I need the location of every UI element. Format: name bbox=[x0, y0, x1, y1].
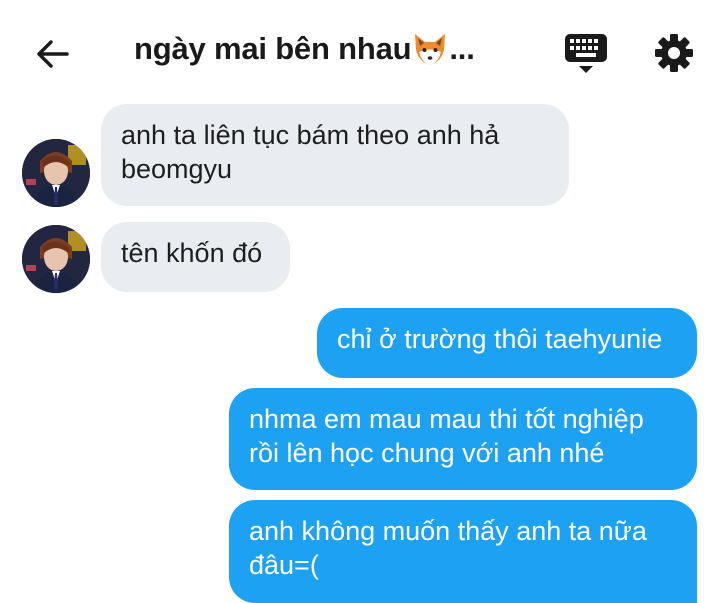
message-text: nhma em mau mau thi tốt nghiệp rồi lên h… bbox=[249, 404, 644, 468]
message-bubble-incoming[interactable]: tên khốn đó bbox=[101, 222, 290, 292]
message-bubble-outgoing[interactable]: chỉ ở trường thôi taehyunie bbox=[317, 308, 697, 378]
back-button[interactable] bbox=[30, 34, 74, 74]
keyboard-icon bbox=[565, 34, 607, 73]
settings-button[interactable] bbox=[653, 32, 695, 74]
fox-emoji-icon bbox=[415, 34, 446, 65]
avatar-photo bbox=[22, 225, 90, 293]
conversation-title-text: ngày mai bên nhau bbox=[134, 31, 412, 66]
conversation-title[interactable]: ngày mai bên nhau ... bbox=[134, 30, 475, 68]
gear-icon bbox=[655, 34, 693, 72]
avatar-photo bbox=[22, 139, 90, 207]
message-text: anh ta liên tục bám theo anh hả beomgyu bbox=[121, 120, 500, 184]
arrow-left-icon bbox=[37, 40, 69, 68]
avatar[interactable] bbox=[22, 225, 90, 293]
chat-header: ngày mai bên nhau ... bbox=[0, 0, 720, 100]
avatar[interactable] bbox=[22, 139, 90, 207]
message-text: tên khốn đó bbox=[121, 238, 263, 268]
chat-screen: ngày mai bên nhau ... anh ta liên tục bá… bbox=[0, 0, 720, 603]
message-bubble-outgoing[interactable]: anh không muốn thấy anh ta nữa đâu=( bbox=[229, 500, 697, 603]
message-bubble-outgoing[interactable]: nhma em mau mau thi tốt nghiệp rồi lên h… bbox=[229, 388, 697, 490]
message-text: chỉ ở trường thôi taehyunie bbox=[337, 324, 663, 354]
message-text: anh không muốn thấy anh ta nữa đâu=( bbox=[249, 516, 647, 580]
message-bubble-incoming[interactable]: anh ta liên tục bám theo anh hả beomgyu bbox=[101, 104, 569, 206]
keyboard-button[interactable] bbox=[562, 30, 610, 76]
title-ellipsis: ... bbox=[449, 31, 475, 66]
